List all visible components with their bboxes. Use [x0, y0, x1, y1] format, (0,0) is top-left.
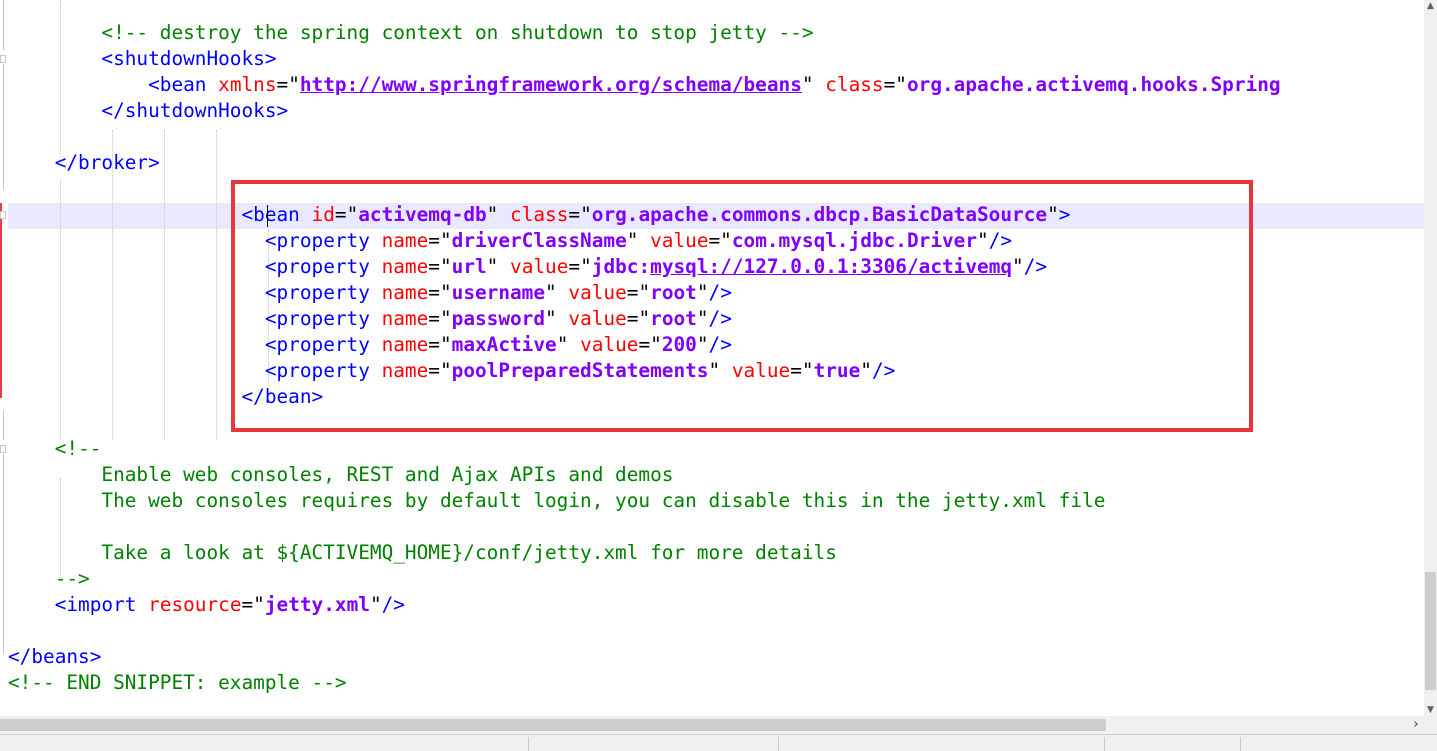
horizontal-scroll-thumb[interactable]	[0, 719, 1106, 731]
horizontal-scrollbar[interactable]	[0, 716, 1424, 734]
code-token: Take a look at ${ACTIVEMQ_HOME}/conf/jet…	[8, 541, 837, 564]
code-token: org.apache.activemq.hooks.Spring	[906, 73, 1281, 96]
code-line[interactable]: <import resource="jetty.xml"/>	[8, 592, 405, 618]
code-token: <!-- destroy the spring context on shutd…	[8, 21, 814, 44]
code-token: ="	[883, 73, 907, 96]
code-token: </shutdownHooks>	[8, 99, 289, 122]
code-token: jetty.xml	[264, 593, 370, 616]
code-editor[interactable]: <!-- destroy the spring context on shutd…	[0, 0, 1424, 716]
fold-toggle-bean[interactable]	[0, 211, 6, 219]
code-token: ="	[276, 73, 300, 96]
code-line[interactable]: The web consoles requires by default log…	[8, 488, 1105, 514]
code-line[interactable]: <!-- destroy the spring context on shutd…	[8, 20, 814, 46]
code-token: "	[369, 593, 382, 616]
vertical-scrollbar[interactable]: ▲ ▼	[1424, 0, 1437, 716]
scrollbar-corner	[1424, 716, 1437, 734]
code-line[interactable]: -->	[8, 566, 90, 592]
code-line[interactable]: <shutdownHooks>	[8, 46, 277, 72]
vertical-scroll-thumb[interactable]	[1425, 572, 1436, 690]
code-line[interactable]: <!--	[8, 436, 102, 462]
code-token: resource	[148, 593, 242, 616]
scroll-down-icon[interactable]: ▼	[1424, 704, 1437, 716]
code-token: ="	[241, 593, 265, 616]
status-segment	[1104, 737, 1105, 751]
code-token: The web consoles requires by default log…	[8, 489, 1106, 512]
highlight-annotation-box	[231, 180, 1253, 432]
code-token: xmlns	[218, 73, 277, 96]
status-segment	[528, 737, 529, 751]
code-token: <import	[8, 593, 149, 616]
code-token: />	[381, 593, 405, 616]
code-token: <bean	[8, 73, 219, 96]
fold-toggle-comment[interactable]	[0, 445, 6, 453]
scroll-right-icon[interactable]: ›	[1408, 716, 1424, 734]
modified-line-marker	[0, 203, 2, 398]
scroll-up-icon[interactable]: ▲	[1424, 0, 1437, 12]
status-bar	[0, 734, 1437, 751]
status-segment	[1240, 737, 1241, 751]
code-token: "	[801, 73, 826, 96]
code-line[interactable]: </broker>	[8, 150, 160, 176]
code-token: <shutdownHooks>	[8, 47, 277, 70]
code-line[interactable]: Enable web consoles, REST and Ajax APIs …	[8, 462, 673, 488]
code-token: -->	[8, 567, 90, 590]
code-token: </beans>	[8, 645, 102, 668]
code-token: <!--	[8, 437, 102, 460]
code-token: </broker>	[8, 151, 160, 174]
code-line[interactable]: <bean xmlns="http://www.springframework.…	[8, 72, 1281, 98]
code-line[interactable]: </beans>	[8, 644, 101, 670]
code-line[interactable]: <!-- END SNIPPET: example -->	[8, 670, 347, 696]
code-line[interactable]: Take a look at ${ACTIVEMQ_HOME}/conf/jet…	[8, 540, 837, 566]
fold-toggle-shutdownhooks[interactable]	[0, 55, 6, 63]
code-token: http://www.springframework.org/schema/be…	[299, 73, 802, 96]
code-token: class	[825, 73, 884, 96]
code-token: <!-- END SNIPPET: example -->	[8, 671, 347, 694]
code-line[interactable]: </shutdownHooks>	[8, 98, 288, 124]
code-token: Enable web consoles, REST and Ajax APIs …	[8, 463, 674, 486]
status-segment	[778, 737, 779, 751]
fold-margin[interactable]	[0, 0, 8, 716]
